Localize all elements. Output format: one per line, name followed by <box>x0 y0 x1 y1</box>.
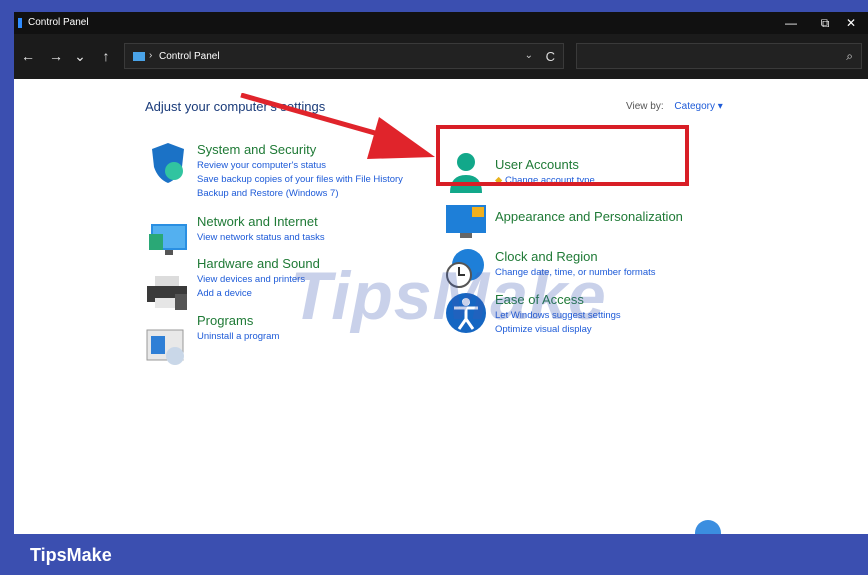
shield-icon <box>152 143 184 183</box>
category-network-internet: Network and Internet View network status… <box>197 214 325 245</box>
address-bar[interactable]: › Control Panel ⌄ C <box>124 43 564 69</box>
brand-banner: TipsMake <box>0 534 868 575</box>
brand-logo: TipsMake <box>30 545 112 565</box>
breadcrumb-separator: › <box>149 50 153 61</box>
category-title[interactable]: Programs <box>197 313 279 328</box>
category-title[interactable]: Appearance and Personalization <box>495 209 683 224</box>
search-input[interactable]: ⌕ <box>576 43 862 69</box>
view-by-dropdown[interactable]: Category ▾ <box>674 101 722 112</box>
up-button[interactable]: ↑ <box>96 46 116 66</box>
app-icon <box>18 18 22 28</box>
refresh-button[interactable]: C <box>546 49 555 64</box>
link-uninstall-program[interactable]: Uninstall a program <box>197 330 279 344</box>
link-network-status[interactable]: View network status and tasks <box>197 231 325 245</box>
breadcrumb-control-panel[interactable]: Control Panel <box>159 51 220 62</box>
address-dropdown-icon[interactable]: ⌄ <box>525 50 533 61</box>
category-title[interactable]: Network and Internet <box>197 214 325 229</box>
screenshot-frame: Control Panel — ⧉ ✕ ← → ⌄ ↑ › Control Pa… <box>0 0 868 575</box>
monitor-icon <box>446 205 486 238</box>
programs-icon <box>146 329 184 365</box>
link-backup-restore[interactable]: Backup and Restore (Windows 7) <box>197 187 403 201</box>
red-arrow-icon <box>240 93 435 159</box>
window-title: Control Panel <box>28 17 89 28</box>
watermark: TipsMake <box>290 258 607 334</box>
link-file-history[interactable]: Save backup copies of your files with Fi… <box>197 173 403 187</box>
category-programs: Programs Uninstall a program <box>197 313 279 344</box>
control-panel-icon <box>133 52 145 61</box>
search-icon: ⌕ <box>846 49 853 63</box>
category-appearance: Appearance and Personalization <box>495 209 683 226</box>
forward-button[interactable]: → <box>46 46 66 66</box>
view-by: View by: Category ▾ <box>626 101 723 112</box>
printer-icon <box>147 276 187 310</box>
close-button[interactable]: ✕ <box>834 14 868 32</box>
minimize-button[interactable]: — <box>774 14 808 32</box>
view-by-label: View by: <box>626 101 664 112</box>
back-button[interactable]: ← <box>18 46 38 66</box>
control-panel-window: Control Panel — ⧉ ✕ ← → ⌄ ↑ › Control Pa… <box>14 12 868 534</box>
title-bar: Control Panel — ⧉ ✕ <box>14 12 868 34</box>
navigation-bar: ← → ⌄ ↑ › Control Panel ⌄ C ⌕ <box>14 34 868 79</box>
highlight-box <box>436 125 689 186</box>
control-panel-content: Adjust your computer's settings View by:… <box>14 79 868 534</box>
network-icon <box>149 224 187 255</box>
recent-locations-button[interactable]: ⌄ <box>70 46 90 66</box>
